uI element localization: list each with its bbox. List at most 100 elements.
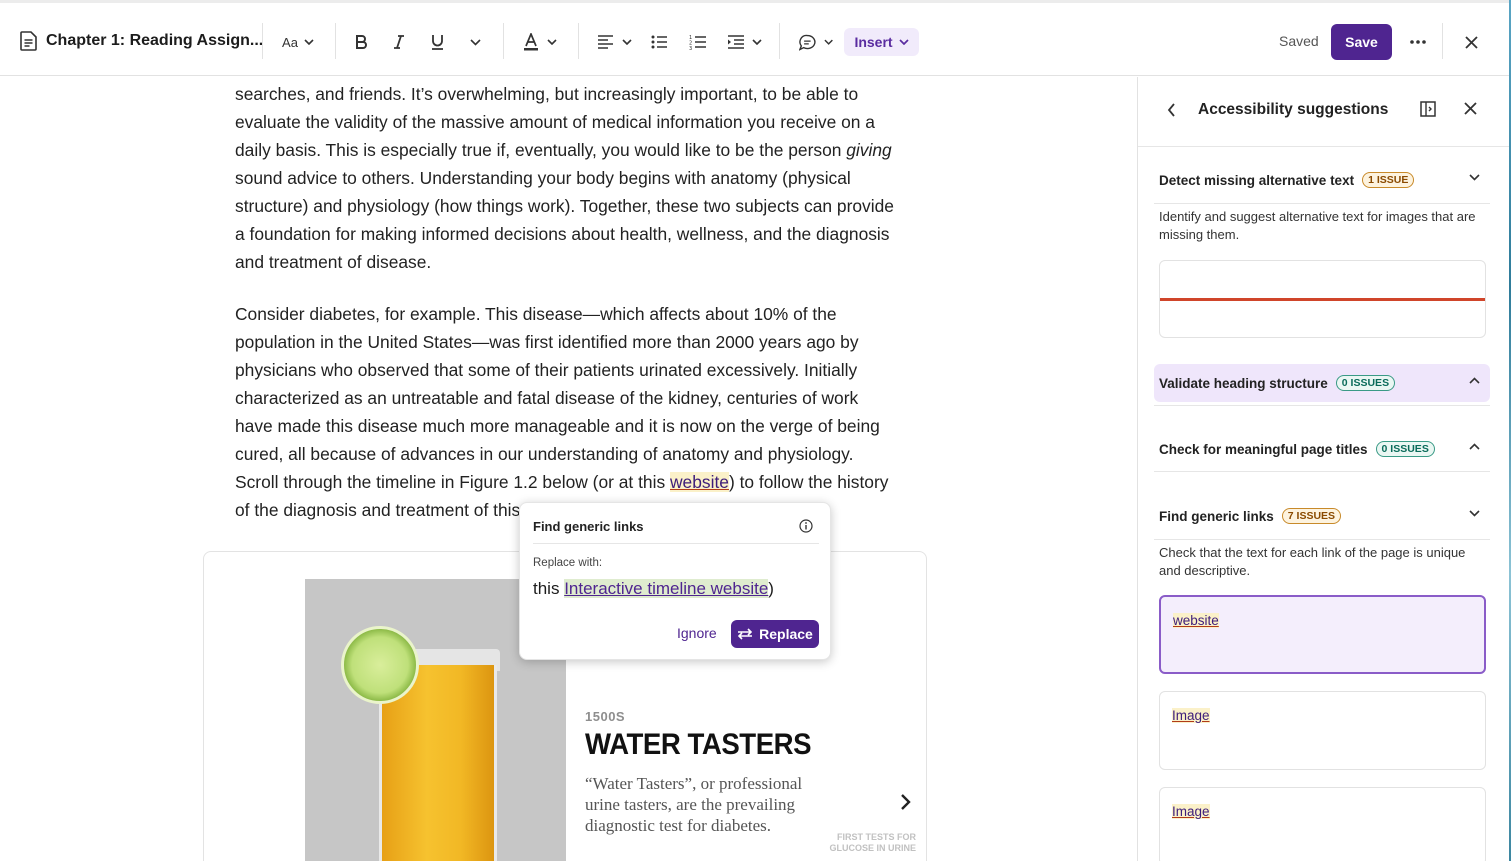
section-page-titles[interactable]: Check for meaningful page titles 0 ISSUE…: [1154, 430, 1490, 468]
save-button[interactable]: Save: [1331, 24, 1392, 60]
section-description: Check that the text for each link of the…: [1159, 545, 1466, 578]
popup-divider: [533, 543, 819, 544]
chevron-down-icon: [751, 39, 762, 45]
generic-link-popup: Find generic links Replace with: this In…: [519, 502, 831, 660]
paragraph: Consider diabetes, for example. This dis…: [235, 300, 895, 524]
more-horizontal-icon: [1410, 40, 1426, 44]
more-options-button[interactable]: [1408, 29, 1428, 55]
alt-text-image-card[interactable]: [1159, 260, 1486, 338]
more-formatting-dropdown[interactable]: [466, 29, 484, 55]
chevron-down-icon: [547, 39, 557, 45]
generic-link-text: Image: [1172, 804, 1210, 819]
replace-button[interactable]: Replace: [731, 620, 819, 648]
bold-button[interactable]: [352, 29, 370, 55]
chevron-down-icon: [304, 39, 314, 45]
chevron-right-icon: [901, 794, 911, 810]
document-title[interactable]: Chapter 1: Reading Assign...: [20, 3, 263, 79]
chevron-down-icon: [1469, 174, 1480, 181]
replacement-prefix: this: [533, 579, 560, 598]
document-body[interactable]: searches, and friends. It’s overwhelming…: [235, 80, 895, 548]
swap-icon: [738, 628, 753, 640]
accessibility-checker-dropdown[interactable]: [799, 29, 833, 55]
accessibility-check-icon: [799, 34, 816, 51]
indent-dropdown[interactable]: [726, 29, 762, 55]
section-divider: [1154, 471, 1490, 472]
underline-icon: [431, 35, 443, 50]
dock-panel-button[interactable]: [1420, 101, 1436, 122]
numbered-list-icon: 123: [689, 35, 706, 50]
chevron-down-icon: [824, 39, 833, 45]
info-icon: [799, 519, 813, 533]
close-icon: [1464, 35, 1478, 49]
replacement-preview: this Interactive timeline website): [533, 579, 774, 599]
section-description: Identify and suggest alternative text fo…: [1159, 209, 1476, 242]
section-title: Find generic links: [1159, 508, 1274, 524]
italic-button[interactable]: [390, 29, 408, 55]
chevron-down-icon: [1469, 510, 1480, 517]
section-heading-structure[interactable]: Validate heading structure 0 ISSUES: [1154, 364, 1490, 402]
chevron-down-icon: [469, 38, 481, 46]
info-button[interactable]: [799, 519, 813, 538]
text-color-dropdown[interactable]: [522, 29, 558, 55]
font-size-dropdown[interactable]: Aa: [280, 29, 316, 55]
bold-icon: [356, 35, 367, 49]
indent-icon: [727, 35, 744, 49]
numbered-list-button[interactable]: 123: [688, 29, 706, 55]
generic-link-card[interactable]: Image: [1159, 787, 1486, 861]
timeline-next-button[interactable]: [900, 793, 912, 816]
save-status: Saved: [1279, 33, 1319, 49]
chevron-up-icon: [1469, 443, 1480, 450]
close-editor-button[interactable]: [1461, 29, 1481, 55]
insert-label: Insert: [854, 34, 893, 50]
generic-link-card[interactable]: Image: [1159, 691, 1486, 770]
chevron-down-icon: [898, 39, 909, 45]
close-panel-button[interactable]: [1464, 102, 1477, 120]
font-size-label: Aa: [282, 34, 298, 50]
align-left-icon: [597, 35, 613, 49]
panel-title: Accessibility suggestions: [1198, 101, 1389, 118]
document-icon: [20, 31, 37, 51]
toolbar-divider: [779, 23, 780, 59]
toolbar-divider: [503, 23, 504, 59]
paragraph-text: Consider diabetes, for example. This dis…: [235, 304, 880, 492]
document-title-text: Chapter 1: Reading Assign...: [46, 32, 264, 49]
editor-toolbar: Chapter 1: Reading Assign... Aa 123 Inse…: [0, 0, 1511, 76]
section-title: Check for meaningful page titles: [1159, 441, 1368, 457]
section-title: Validate heading structure: [1159, 375, 1328, 391]
timeline-caption: FIRST TESTS FOR GLUCOSE IN URINE: [829, 832, 916, 853]
underline-button[interactable]: [428, 29, 446, 55]
timeline-era: 1500S: [585, 709, 626, 724]
chevron-up-icon: [1469, 377, 1480, 384]
flagged-link[interactable]: website: [670, 472, 729, 492]
lime-slice: [341, 626, 419, 704]
replacement-link: Interactive timeline website: [564, 579, 769, 598]
toolbar-divider: [1442, 23, 1443, 59]
paragraph-text: searches, and friends. It’s overwhelming…: [235, 84, 875, 160]
panel-header-divider: [1138, 146, 1510, 147]
generic-link-text: Image: [1172, 708, 1210, 723]
popup-title: Find generic links: [533, 519, 644, 534]
section-generic-links[interactable]: Find generic links 7 ISSUES: [1154, 497, 1490, 535]
timeline-title: WATER TASTERS: [585, 728, 812, 761]
issue-badge: 0 ISSUES: [1375, 441, 1435, 457]
paragraph-text: sound advice to others. Understanding yo…: [235, 168, 894, 272]
svg-text:3: 3: [689, 46, 692, 50]
issue-badge: 7 ISSUES: [1281, 508, 1342, 524]
toolbar-divider: [262, 23, 263, 59]
section-divider: [1154, 405, 1490, 406]
bullet-list-button[interactable]: [650, 29, 668, 55]
accessibility-panel: Accessibility suggestions Detect missing…: [1137, 77, 1510, 861]
ignore-button[interactable]: Ignore: [677, 625, 717, 641]
back-button[interactable]: [1164, 101, 1178, 124]
alignment-dropdown[interactable]: [596, 29, 632, 55]
chevron-left-icon: [1167, 103, 1175, 117]
toolbar-divider: [578, 23, 579, 59]
generic-link-card[interactable]: website: [1159, 595, 1486, 674]
generic-link-text: website: [1173, 613, 1219, 628]
text-color-icon: [524, 33, 538, 51]
section-missing-alt-text[interactable]: Detect missing alternative text 1 ISSUE: [1154, 161, 1490, 199]
insert-dropdown[interactable]: Insert: [844, 28, 919, 56]
chevron-down-icon: [621, 39, 632, 45]
close-icon: [1464, 102, 1477, 115]
replace-with-label: Replace with:: [533, 557, 603, 569]
